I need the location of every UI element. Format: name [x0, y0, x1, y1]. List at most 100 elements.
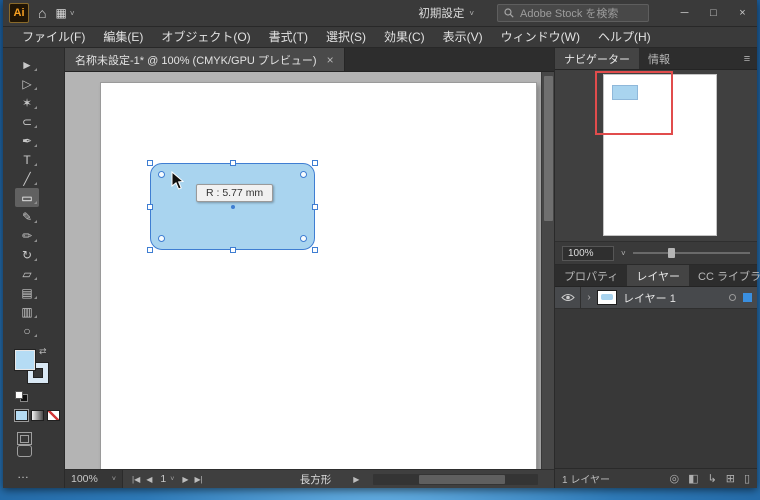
mouse-cursor-icon: [171, 171, 185, 191]
object-center-point: [231, 205, 235, 209]
panel-menu-icon[interactable]: ≡: [737, 48, 757, 69]
navigator-zoom-slider[interactable]: [633, 252, 750, 254]
rotate-tool[interactable]: ↻: [15, 245, 39, 264]
edit-toolbar-button[interactable]: …: [17, 467, 64, 481]
navigator-zoom-slider-thumb[interactable]: [668, 248, 675, 258]
navigator-zoom-row: 100% ˅: [555, 242, 757, 265]
workspace-switcher[interactable]: 初期設定 ˅: [418, 5, 474, 21]
status-menu-arrow-icon[interactable]: ▶: [353, 475, 359, 484]
tab-navigator-1[interactable]: 情報: [639, 48, 679, 69]
column-graph-tool[interactable]: ▥: [15, 302, 39, 321]
last-artboard-button[interactable]: ▶|: [194, 475, 202, 484]
artboard[interactable]: [100, 82, 537, 469]
previous-artboard-button[interactable]: ◀: [146, 475, 152, 484]
type-tool[interactable]: T: [15, 150, 39, 169]
handle-w[interactable]: [147, 204, 153, 210]
swap-fill-stroke-icon[interactable]: ⇄: [39, 346, 47, 357]
make-clipping-mask-icon[interactable]: ◧: [688, 472, 698, 485]
layer-row[interactable]: › レイヤー 1: [555, 287, 757, 309]
gradient-tool[interactable]: ▤: [15, 283, 39, 302]
handle-e[interactable]: [312, 204, 318, 210]
zoom-tool[interactable]: ○: [15, 321, 39, 340]
corner-radius-widget-nw[interactable]: [158, 171, 165, 178]
screen-mode-button[interactable]: [17, 445, 32, 457]
horizontal-scrollbar[interactable]: [373, 474, 538, 485]
visibility-toggle[interactable]: [555, 287, 581, 308]
corner-radius-widget-se[interactable]: [300, 235, 307, 242]
locate-object-icon[interactable]: ◎: [669, 472, 679, 485]
menu-item-3[interactable]: 書式(T): [260, 27, 317, 48]
tab-dock-2[interactable]: CC ライブラリ: [689, 265, 760, 286]
menu-item-5[interactable]: 効果(C): [375, 27, 434, 48]
delete-layer-icon[interactable]: ▯: [744, 472, 750, 485]
selection-tool[interactable]: ►: [15, 55, 39, 74]
arrange-documents-button[interactable]: ▦ ˅: [55, 6, 74, 20]
handle-n[interactable]: [230, 160, 236, 166]
pencil-tool[interactable]: ✏: [15, 226, 39, 245]
menu-item-2[interactable]: オブジェクト(O): [152, 27, 259, 48]
menu-item-8[interactable]: ヘルプ(H): [589, 27, 660, 48]
navigator-preview[interactable]: [555, 70, 757, 242]
menu-item-7[interactable]: ウィンドウ(W): [492, 27, 589, 48]
navigator-tabs: ナビゲーター情報: [555, 48, 679, 69]
magic-wand-tool[interactable]: ✶: [15, 93, 39, 112]
artboard-number-select[interactable]: 1 ˅: [158, 473, 176, 485]
new-sublayer-icon[interactable]: ↳: [708, 472, 717, 485]
gradient-button[interactable]: [31, 410, 44, 421]
rectangle-tool[interactable]: ▭: [15, 188, 39, 207]
chevron-down-icon: ˅: [70, 9, 75, 18]
zoom-level-select[interactable]: 100% ˅: [65, 470, 123, 488]
next-artboard-button[interactable]: ▶: [182, 475, 188, 484]
corner-radius-tooltip: R : 5.77 mm: [196, 184, 273, 202]
line-segment-tool[interactable]: ╱: [15, 169, 39, 188]
fill-swatch[interactable]: [15, 350, 35, 370]
navigator-zoom-input[interactable]: 100%: [562, 246, 614, 261]
paintbrush-tool[interactable]: ✎: [15, 207, 39, 226]
color-button[interactable]: [15, 410, 28, 421]
navigator-view-proxy[interactable]: [595, 71, 673, 135]
chevron-down-icon: ˅: [469, 9, 474, 18]
menu-item-4[interactable]: 選択(S): [317, 27, 375, 48]
pen-tool[interactable]: ✒: [15, 131, 39, 150]
layer-name[interactable]: レイヤー 1: [623, 290, 729, 306]
tab-dock-0[interactable]: プロパティ: [555, 265, 627, 286]
canvas[interactable]: R : 5.77 mm: [65, 72, 554, 469]
paintbrush-tool-icon: ✎: [22, 210, 32, 224]
maximize-button[interactable]: □: [699, 0, 728, 26]
direct-selection-tool[interactable]: ▷: [15, 74, 39, 93]
chevron-down-icon[interactable]: ˅: [621, 249, 626, 258]
vertical-scrollbar-thumb[interactable]: [544, 76, 553, 221]
close-tab-icon[interactable]: ×: [327, 53, 334, 67]
handle-sw[interactable]: [147, 247, 153, 253]
vertical-scrollbar[interactable]: [541, 72, 554, 469]
none-button[interactable]: [47, 410, 60, 421]
tab-dock-1[interactable]: レイヤー: [627, 265, 689, 286]
handle-s[interactable]: [230, 247, 236, 253]
menu-item-0[interactable]: ファイル(F): [13, 27, 94, 48]
handle-ne[interactable]: [312, 160, 318, 166]
scale-tool[interactable]: ▱: [15, 264, 39, 283]
menu-item-1[interactable]: 編集(E): [94, 27, 152, 48]
default-fill-stroke-icon[interactable]: [15, 391, 28, 402]
layer-selection-badge[interactable]: [743, 293, 752, 302]
close-button[interactable]: ×: [728, 0, 757, 26]
handle-se[interactable]: [312, 247, 318, 253]
layer-target-icon[interactable]: [729, 294, 736, 301]
new-layer-icon[interactable]: ⊞: [726, 472, 735, 485]
menu-item-6[interactable]: 表示(V): [434, 27, 492, 48]
minimize-button[interactable]: ─: [670, 0, 699, 26]
horizontal-scrollbar-thumb[interactable]: [419, 475, 505, 484]
workspace-label: 初期設定: [418, 5, 464, 21]
adobe-stock-search-input[interactable]: Adobe Stock を検索: [497, 4, 649, 22]
corner-radius-widget-ne[interactable]: [300, 171, 307, 178]
first-artboard-button[interactable]: |◀: [132, 475, 140, 484]
document-tab[interactable]: 名称未設定-1* @ 100% (CMYK/GPU プレビュー) ×: [65, 48, 345, 71]
home-icon[interactable]: ⌂: [38, 6, 46, 20]
lasso-tool[interactable]: ⊂: [15, 112, 39, 131]
tab-navigator-0[interactable]: ナビゲーター: [555, 48, 639, 69]
corner-radius-widget-sw[interactable]: [158, 235, 165, 242]
expand-layer-icon[interactable]: ›: [581, 292, 597, 303]
layer-thumbnail[interactable]: [597, 290, 617, 305]
handle-nw[interactable]: [147, 160, 153, 166]
drawing-mode-button[interactable]: [17, 432, 32, 445]
